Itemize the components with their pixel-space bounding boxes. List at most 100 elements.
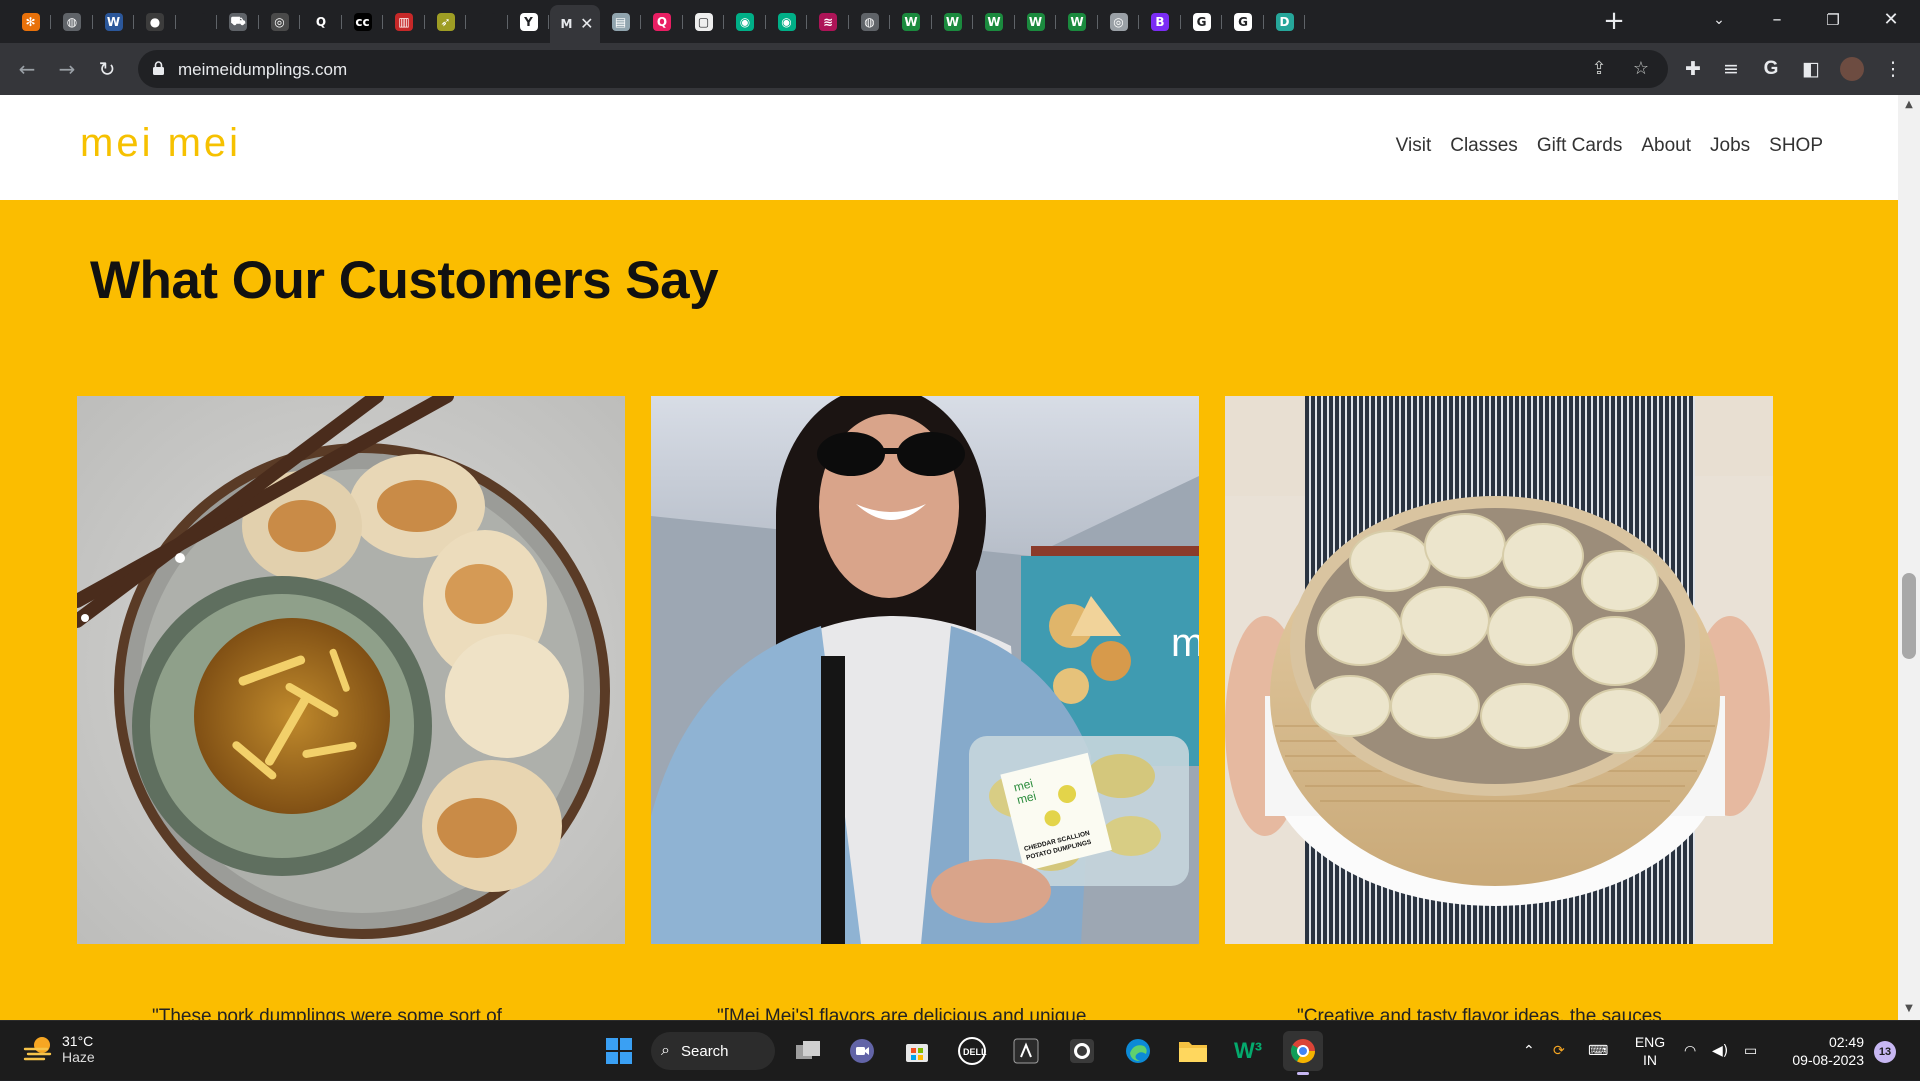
tab-search-icon[interactable]: ⌄ (1696, 4, 1742, 36)
bookmark-star-icon[interactable]: ☆ (1630, 58, 1652, 80)
system-clock[interactable]: 02:49 09-08-2023 (1772, 1033, 1864, 1069)
teams-chat-icon[interactable] (842, 1031, 882, 1071)
search-icon: ⌕ (661, 1040, 670, 1059)
browser-tab[interactable]: ⛟ (218, 7, 259, 37)
nav-about[interactable]: About (1641, 135, 1691, 157)
nav-classes[interactable]: Classes (1450, 135, 1518, 157)
dev-app-icon[interactable] (1006, 1031, 1046, 1071)
close-window-button[interactable]: ✕ (1868, 4, 1914, 36)
browser-tab[interactable]: cc (342, 7, 383, 37)
scroll-up-arrow-icon[interactable]: ▲ (1903, 99, 1915, 110)
seal-icon: ◎ (270, 13, 289, 31)
battery-icon[interactable]: ▭ (1744, 1021, 1757, 1081)
browser-tab[interactable]: W (891, 7, 932, 37)
reload-button[interactable]: ↻ (92, 55, 122, 85)
browser-tab[interactable]: G (1223, 7, 1264, 37)
profile-avatar[interactable] (1838, 55, 1866, 83)
back-button[interactable]: ← (12, 55, 42, 85)
browser-tab[interactable]: ◉ (766, 7, 807, 37)
svg-text:m: m (1171, 621, 1199, 665)
chrome-taskbar-icon[interactable] (1283, 1031, 1323, 1075)
browser-menu-icon[interactable]: ⋮ (1879, 55, 1907, 83)
show-hidden-icons-icon[interactable]: ⌃ (1523, 1021, 1535, 1081)
keyboard-icon[interactable]: ⌨ (1588, 1021, 1608, 1081)
clock-time: 02:49 (1828, 1034, 1864, 1050)
browser-tab[interactable] (176, 7, 217, 37)
browser-tab[interactable]: ▢ (683, 7, 724, 37)
sync-icon[interactable]: ⟳ (1553, 1021, 1565, 1081)
haze-weather-icon (23, 1037, 52, 1061)
tripadvisor-icon: ◉ (736, 13, 754, 31)
minimize-button[interactable]: – (1754, 4, 1800, 36)
grammarly-icon[interactable]: G (1757, 55, 1785, 83)
page-scrollbar[interactable]: ▲ ▼ (1898, 95, 1920, 1020)
tab-strip: ✻ ◍ W ● ⛟ ◎ Qcc ▥ ➶ Y M ✕ ▤ Q ▢ ◉ ◉ ≋ ◍ W W W W W ◎ B G G D (0, 0, 1920, 43)
restore-button[interactable]: ❐ (1810, 4, 1856, 36)
notification-badge[interactable]: 13 (1874, 1041, 1896, 1063)
language-indicator[interactable]: ENG IN (1632, 1033, 1668, 1069)
volume-icon[interactable]: ◀) (1712, 1021, 1728, 1081)
browser-tab[interactable]: ● (135, 7, 176, 37)
nav-jobs[interactable]: Jobs (1710, 135, 1750, 157)
browser-tab[interactable]: ▤ (600, 7, 641, 37)
dell-icon[interactable]: DELL (952, 1031, 992, 1071)
windows-taskbar: 31°C Haze ⌕ Search DELL W³ ⌃ ⟳ ⌨ ENG IN … (0, 1020, 1920, 1080)
leaf-icon: ➶ (436, 13, 455, 31)
lock-icon (153, 61, 164, 75)
browser-tab[interactable]: D (1264, 7, 1305, 37)
edge-icon[interactable] (1118, 1031, 1158, 1071)
browser-tab[interactable]: W (932, 7, 973, 37)
nav-visit[interactable]: Visit (1396, 135, 1432, 157)
browser-tab[interactable]: Q (301, 7, 342, 37)
task-view-icon[interactable] (788, 1031, 828, 1071)
browser-tab[interactable]: ◎ (1098, 7, 1139, 37)
blank-icon (478, 13, 496, 31)
extensions-icon[interactable]: ✚ (1679, 55, 1707, 83)
weather-widget[interactable]: 31°C Haze (22, 1033, 95, 1065)
browser-tab[interactable]: ✻ (10, 7, 51, 37)
close-tab-icon[interactable]: ✕ (580, 14, 593, 34)
wifi-icon[interactable]: ◠ (1684, 1021, 1696, 1081)
browser-tab[interactable]: G (1181, 7, 1222, 37)
browser-tab[interactable] (467, 7, 508, 37)
new-tab-button[interactable]: + (1598, 6, 1630, 38)
browser-toolbar: ← → ↻ meimeidumplings.com ⇪ ☆ ✚ ≡ G ◧ ⋮ (0, 43, 1920, 95)
browser-tab[interactable]: Q (642, 7, 683, 37)
scrollbar-thumb[interactable] (1902, 573, 1916, 659)
forward-button[interactable]: → (52, 55, 82, 85)
svg-text:DELL: DELL (963, 1047, 987, 1057)
browser-tab[interactable]: W (1015, 7, 1056, 37)
nav-shop[interactable]: SHOP (1769, 135, 1823, 157)
taskbar-search[interactable]: ⌕ Search (651, 1032, 775, 1070)
scroll-down-arrow-icon[interactable]: ▼ (1903, 1003, 1915, 1014)
microsoft-store-icon[interactable] (897, 1031, 937, 1071)
browser-tab[interactable]: ◍ (52, 7, 93, 37)
file-explorer-icon[interactable] (1173, 1031, 1213, 1071)
site-logo[interactable]: mei mei (80, 121, 241, 166)
browser-tab[interactable]: B (1140, 7, 1181, 37)
browser-tab[interactable]: ◍ (849, 7, 890, 37)
start-windows-icon[interactable] (599, 1031, 639, 1071)
browser-tab[interactable]: Y (508, 7, 549, 37)
w3schools-icon[interactable]: W³ (1228, 1031, 1268, 1071)
side-panel-icon[interactable]: ◧ (1797, 55, 1825, 83)
globe-icon: ◍ (860, 13, 879, 31)
nav-gift-cards[interactable]: Gift Cards (1537, 135, 1623, 157)
browser-tab[interactable]: ➶ (425, 7, 466, 37)
w-green-icon: W (943, 13, 962, 31)
browser-tab[interactable]: ◎ (259, 7, 300, 37)
reading-list-icon[interactable]: ≡ (1717, 55, 1745, 83)
browser-tab[interactable]: ▥ (384, 7, 425, 37)
browser-tab[interactable]: ≋ (808, 7, 849, 37)
address-bar[interactable]: meimeidumplings.com ⇪ ☆ (138, 50, 1668, 88)
browser-tab[interactable]: W (1057, 7, 1098, 37)
browser-tab[interactable]: M ✕ (549, 5, 600, 43)
w-green-icon: W (1068, 13, 1086, 31)
fried-dumplings-photo (77, 396, 625, 944)
browser-tab[interactable]: W (974, 7, 1015, 37)
github-icon[interactable] (1062, 1031, 1102, 1071)
browser-tab[interactable]: ◉ (725, 7, 766, 37)
share-icon[interactable]: ⇪ (1588, 58, 1610, 80)
stack-icon: ≋ (819, 13, 837, 31)
browser-tab[interactable]: W (93, 7, 134, 37)
